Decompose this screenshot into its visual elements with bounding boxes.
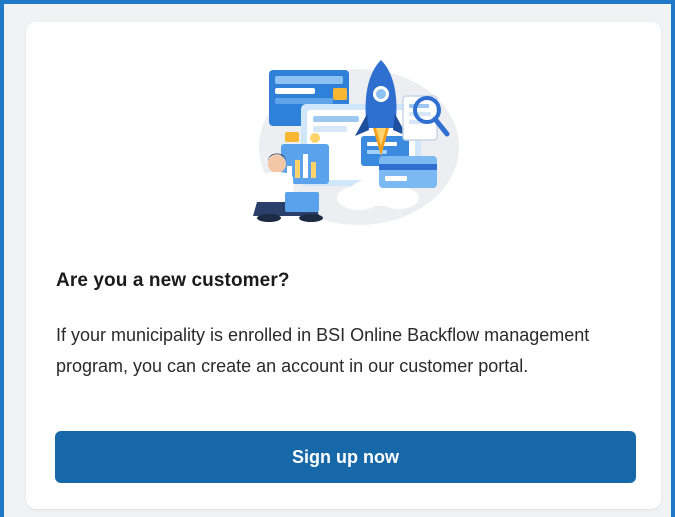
card-description: If your municipality is enrolled in BSI … [56,325,590,376]
new-customer-card: Are you a new customer? If your municipa… [26,22,661,509]
sign-up-button[interactable]: Sign up now [55,431,636,483]
rocket-launch-illustration-icon [253,60,459,225]
page-frame: Are you a new customer? If your municipa… [0,0,675,517]
card-heading: Are you a new customer? [56,270,290,291]
